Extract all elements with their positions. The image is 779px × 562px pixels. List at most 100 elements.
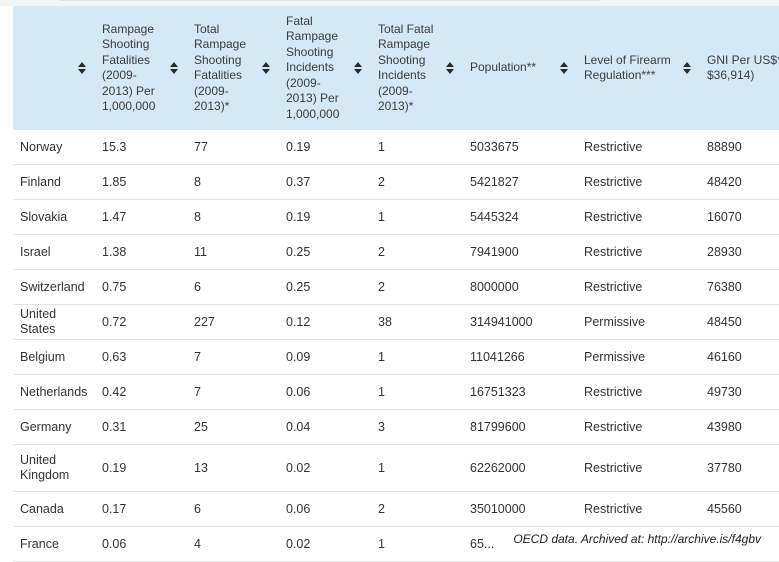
column-header-content: Total Rampage Shooting Fatalities (2009-… (187, 6, 279, 130)
cell-fatal-incidents-per-million: 0.19 (279, 199, 371, 235)
cell-firearm-regulation: Restrictive (577, 374, 700, 410)
cell-total-fatal-incidents: 2 (371, 491, 463, 527)
sort-arrows-icon[interactable] (443, 58, 457, 78)
column-header-rampage-fatalities-per-million[interactable]: Rampage Shooting Fatalities (2009-2013) … (95, 6, 187, 130)
cell-total-fatal-incidents: 3 (371, 409, 463, 445)
sort-ascending-icon (354, 62, 362, 67)
table-header-row: Rampage Shooting Fatalities (2009-2013) … (13, 6, 779, 130)
cell-country: Belgium (13, 339, 95, 375)
column-header-country[interactable] (13, 6, 95, 130)
column-header-population[interactable]: Population** (463, 6, 577, 130)
sort-descending-icon (78, 69, 86, 74)
cell-fatal-incidents-per-million: 0.25 (279, 234, 371, 270)
sort-arrows-icon[interactable] (75, 58, 89, 78)
cell-country: United States (13, 304, 95, 340)
cell-total-rampage-fatalities: 6 (187, 269, 279, 305)
table-row: Canada 0.17 6 0.06 2 35010000 Restrictive 45560 (13, 491, 779, 527)
table-row: United Kingdom 0.19 13 0.02 1 62262000 Restric… (13, 444, 779, 492)
table-row: United States 0.72 227 0.12 38 314941000 Permi… (13, 304, 779, 340)
table-row: Slovakia 1.47 8 0.19 1 5445324 Restrictive 1607… (13, 199, 779, 235)
cell-total-rampage-fatalities: 8 (187, 199, 279, 235)
column-header-label: Population** (470, 60, 537, 75)
cell-total-fatal-incidents: 2 (371, 164, 463, 200)
cell-population: 8000000 (463, 269, 577, 305)
sort-descending-icon (560, 69, 568, 74)
cell-total-fatal-incidents: 1 (371, 374, 463, 410)
cropped-text-remnant (60, 0, 600, 1)
cell-gni-per-capita: 76380 (700, 269, 779, 305)
column-header-label: Rampage Shooting Fatalities (2009-2013) … (102, 21, 156, 114)
sort-descending-icon (354, 69, 362, 74)
cell-population: 314941000 (463, 304, 577, 340)
cell-total-rampage-fatalities: 227 (187, 304, 279, 340)
sort-descending-icon (262, 69, 270, 74)
sort-descending-icon (446, 69, 454, 74)
cell-population: 16751323 (463, 374, 577, 410)
cell-fatal-incidents-per-million: 0.04 (279, 409, 371, 445)
cell-rampage-fatalities-per-million: 0.63 (95, 339, 187, 375)
sort-arrows-icon[interactable] (351, 58, 365, 78)
cell-firearm-regulation: Permissive (577, 339, 700, 375)
sort-ascending-icon (683, 62, 691, 67)
column-header-content: Fatal Rampage Shooting Incidents (2009-2… (279, 6, 371, 130)
sort-arrows-icon[interactable] (557, 58, 571, 78)
sort-arrows-icon[interactable] (259, 58, 273, 78)
table-row: Finland 1.85 8 0.37 2 5421827 Restrictive 48420 (13, 164, 779, 200)
sort-ascending-icon (78, 62, 86, 67)
cell-rampage-fatalities-per-million: 0.06 (95, 526, 187, 562)
cell-rampage-fatalities-per-million: 0.17 (95, 491, 187, 527)
cell-rampage-fatalities-per-million: 15.3 (95, 130, 187, 165)
cell-total-fatal-incidents: 1 (371, 130, 463, 165)
cell-country: Germany (13, 409, 95, 445)
column-header-gni-per-capita[interactable]: GNI Per US$** (r $36,914) (700, 6, 779, 130)
cell-population: 5421827 (463, 164, 577, 200)
cell-fatal-incidents-per-million: 0.12 (279, 304, 371, 340)
cell-country: Netherlands (13, 374, 95, 410)
column-header-label: Level of Firearm Regulation*** (584, 52, 671, 83)
column-header-content: Level of Firearm Regulation*** (577, 6, 700, 130)
sort-arrows-icon[interactable] (680, 58, 694, 78)
cell-population: 5033675 (463, 130, 577, 165)
cell-gni-per-capita: 37780 (700, 444, 779, 492)
sort-ascending-icon (446, 62, 454, 67)
column-header-total-rampage-fatalities[interactable]: Total Rampage Shooting Fatalities (2009-… (187, 6, 279, 130)
column-header-content: Rampage Shooting Fatalities (2009-2013) … (95, 6, 187, 130)
cell-fatal-incidents-per-million: 0.09 (279, 339, 371, 375)
cell-total-rampage-fatalities: 4 (187, 526, 279, 562)
cell-country: United Kingdom (13, 444, 95, 492)
table-row: Israel 1.38 11 0.25 2 7941900 Restrictive 28930 (13, 234, 779, 270)
cell-fatal-incidents-per-million: 0.19 (279, 130, 371, 165)
sort-arrows-icon[interactable] (167, 58, 181, 78)
cell-total-rampage-fatalities: 13 (187, 444, 279, 492)
cell-firearm-regulation: Restrictive (577, 164, 700, 200)
cell-population: 5445324 (463, 199, 577, 235)
sort-descending-icon (170, 69, 178, 74)
column-header-label: GNI Per US$** (r $36,914) (707, 52, 779, 83)
cell-firearm-regulation: Restrictive (577, 444, 700, 492)
cell-gni-per-capita: 46160 (700, 339, 779, 375)
cell-country: Israel (13, 234, 95, 270)
cell-gni-per-capita: 48450 (700, 304, 779, 340)
cell-firearm-regulation: Restrictive (577, 199, 700, 235)
sort-descending-icon (683, 69, 691, 74)
column-header-content (13, 6, 95, 130)
cell-firearm-regulation: Restrictive (577, 491, 700, 527)
cell-total-fatal-incidents: 1 (371, 339, 463, 375)
cell-rampage-fatalities-per-million: 0.72 (95, 304, 187, 340)
cell-population: 11041266 (463, 339, 577, 375)
column-header-fatal-incidents-per-million[interactable]: Fatal Rampage Shooting Incidents (2009-2… (279, 6, 371, 130)
table-row: Netherlands 0.42 7 0.06 1 16751323 Restrictive… (13, 374, 779, 410)
cell-rampage-fatalities-per-million: 0.31 (95, 409, 187, 445)
cell-gni-per-capita: 88890 (700, 130, 779, 165)
column-header-content: GNI Per US$** (r $36,914) (700, 6, 779, 130)
sort-ascending-icon (170, 62, 178, 67)
source-caption: OECD data. Archived at: http://archive.i… (509, 531, 765, 547)
column-header-firearm-regulation[interactable]: Level of Firearm Regulation*** (577, 6, 700, 130)
column-header-label: Total Fatal Rampage Shooting Incidents (… (378, 21, 434, 114)
table-body: Norway 15.3 77 0.19 1 5033675 Restrictive 88890… (13, 130, 779, 562)
cell-firearm-regulation: Restrictive (577, 234, 700, 270)
cell-fatal-incidents-per-million: 0.37 (279, 164, 371, 200)
cell-total-rampage-fatalities: 11 (187, 234, 279, 270)
column-header-total-fatal-incidents[interactable]: Total Fatal Rampage Shooting Incidents (… (371, 6, 463, 130)
cell-country: Finland (13, 164, 95, 200)
